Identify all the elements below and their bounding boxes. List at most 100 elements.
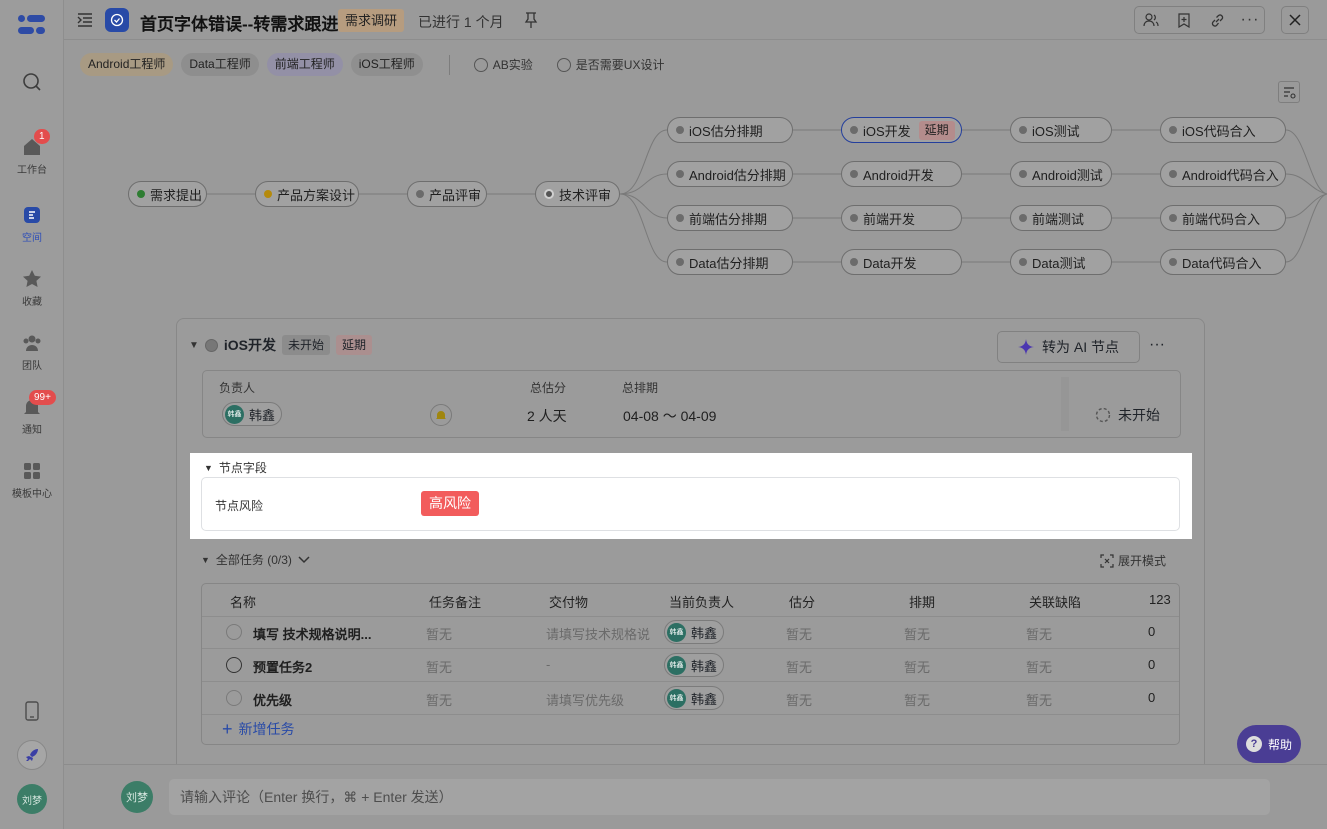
task-deliverable[interactable]: - — [546, 657, 550, 672]
task-number[interactable]: 0 — [1148, 690, 1155, 705]
nav-search[interactable] — [0, 72, 64, 96]
view-settings-button[interactable] — [1278, 81, 1300, 103]
task-check[interactable] — [226, 690, 242, 709]
flow-node-ios-test[interactable]: iOS测试 — [1010, 117, 1112, 143]
col-deliverable[interactable]: 交付物 — [549, 592, 588, 611]
node-status-chip[interactable]: 未开始 — [282, 335, 331, 355]
role-tag-android[interactable]: Android工程师 — [80, 53, 174, 76]
copy-link-button[interactable] — [1203, 7, 1231, 33]
expand-mode-button[interactable]: 展开模式 — [1100, 552, 1166, 569]
nav-templates[interactable]: 模板中心 — [0, 461, 64, 500]
flow-node-android-test[interactable]: Android测试 — [1010, 161, 1112, 187]
task-number[interactable]: 0 — [1148, 657, 1155, 672]
task-note[interactable]: 暂无 — [426, 690, 452, 709]
flow-node-data-test[interactable]: Data测试 — [1010, 249, 1112, 275]
ux-design-radio[interactable] — [556, 57, 571, 72]
task-owner[interactable]: 韩鑫 韩鑫 — [664, 686, 725, 710]
table-row[interactable]: 填写 技术规格说明... 暂无 请填写技术规格说 韩鑫 韩鑫 暂无 暂无 暂无 0 — [202, 616, 1179, 649]
node-fields-header[interactable]: ▼ 节点字段 — [204, 459, 267, 476]
role-tag-data[interactable]: Data工程师 — [181, 53, 259, 76]
flow-node-android-estimate[interactable]: Android估分排期 — [667, 161, 793, 187]
task-note[interactable]: 暂无 — [426, 624, 452, 643]
role-tag-frontend[interactable]: 前端工程师 — [266, 53, 343, 76]
ab-test-radio[interactable] — [473, 57, 488, 72]
pin-icon[interactable] — [524, 12, 538, 28]
flow-node-requirement[interactable]: 需求提出 — [128, 181, 207, 207]
task-name[interactable]: 预置任务2 — [253, 657, 312, 676]
col-schedule[interactable]: 排期 — [909, 592, 935, 611]
estimate-value[interactable]: 2 人天 — [527, 406, 567, 426]
flow-node-data-estimate[interactable]: Data估分排期 — [667, 249, 793, 275]
task-estimate[interactable]: 暂无 — [786, 624, 812, 643]
tasks-header[interactable]: ▼ 全部任务 (0/3) — [201, 551, 310, 568]
flow-node-frontend-dev[interactable]: 前端开发 — [841, 205, 962, 231]
nav-workbench[interactable]: 工作台 1 — [0, 129, 64, 176]
schedule-value[interactable]: 04-08 ～ 04-09 — [623, 406, 716, 426]
task-bugs[interactable]: 暂无 — [1026, 624, 1052, 643]
task-estimate[interactable]: 暂无 — [786, 657, 812, 676]
node-more-button[interactable]: ··· — [1149, 336, 1165, 354]
task-owner[interactable]: 韩鑫 韩鑫 — [664, 653, 725, 677]
ab-test-option[interactable]: AB实验 — [473, 56, 533, 73]
collapse-sidebar-icon[interactable] — [77, 13, 93, 27]
table-row[interactable]: 预置任务2 暂无 - 韩鑫 韩鑫 暂无 暂无 暂无 0 — [202, 649, 1179, 682]
task-estimate[interactable]: 暂无 — [786, 690, 812, 709]
flow-node-ios-merge[interactable]: iOS代码合入 — [1160, 117, 1286, 143]
mobile-icon[interactable] — [24, 701, 40, 721]
flow-node-android-merge[interactable]: Android代码合入 — [1160, 161, 1286, 187]
nav-space[interactable]: 空间 — [0, 205, 64, 244]
task-schedule[interactable]: 暂无 — [904, 690, 930, 709]
ux-design-option[interactable]: 是否需要UX设计 — [556, 56, 664, 73]
task-schedule[interactable]: 暂无 — [904, 624, 930, 643]
nav-notifications[interactable]: 通知 99+ — [0, 390, 64, 436]
task-bugs[interactable]: 暂无 — [1026, 657, 1052, 676]
flow-node-tech-review[interactable]: 技术评审 — [535, 181, 620, 207]
close-button[interactable] — [1281, 6, 1309, 34]
role-tag-ios[interactable]: iOS工程师 — [350, 53, 423, 76]
user-avatar[interactable]: 刘梦 — [17, 784, 47, 814]
task-check[interactable] — [226, 657, 242, 676]
flow-node-frontend-estimate[interactable]: 前端估分排期 — [667, 205, 793, 231]
flow-node-ios-estimate[interactable]: iOS估分排期 — [667, 117, 793, 143]
task-deliverable[interactable]: 请填写优先级 — [546, 690, 624, 709]
convert-ai-node-button[interactable]: 转为 AI 节点 — [997, 331, 1140, 363]
members-button[interactable] — [1137, 7, 1165, 33]
help-button[interactable]: ? 帮助 — [1237, 725, 1301, 763]
more-actions-button[interactable]: ··· — [1236, 7, 1264, 33]
nav-favorites[interactable]: 收藏 — [0, 269, 64, 308]
task-owner[interactable]: 韩鑫 韩鑫 — [664, 620, 725, 644]
flow-node-data-dev[interactable]: Data开发 — [841, 249, 962, 275]
page-title[interactable]: 首页字体错误--转需求跟进 — [140, 10, 338, 35]
remind-button[interactable] — [430, 404, 452, 426]
collapse-caret-icon[interactable]: ▼ — [189, 340, 199, 351]
flow-node-android-dev[interactable]: Android开发 — [841, 161, 962, 187]
task-note[interactable]: 暂无 — [426, 657, 452, 676]
task-name[interactable]: 优先级 — [253, 690, 292, 709]
nav-team[interactable]: 团队 — [0, 333, 64, 372]
flow-node-frontend-test[interactable]: 前端测试 — [1010, 205, 1112, 231]
comment-input[interactable] — [169, 779, 1270, 815]
task-check[interactable] — [226, 624, 242, 643]
flow-node-data-merge[interactable]: Data代码合入 — [1160, 249, 1286, 275]
owner-pill[interactable]: 韩鑫 韩鑫 — [222, 402, 283, 426]
rocket-button[interactable] — [17, 740, 47, 770]
flow-node-frontend-merge[interactable]: 前端代码合入 — [1160, 205, 1286, 231]
col-note[interactable]: 任务备注 — [429, 592, 481, 611]
col-estimate[interactable]: 估分 — [789, 592, 815, 611]
task-number[interactable]: 0 — [1148, 624, 1155, 639]
table-row[interactable]: 优先级 暂无 请填写优先级 韩鑫 韩鑫 暂无 暂无 暂无 0 — [202, 682, 1179, 715]
col-123[interactable]: 123 — [1149, 592, 1171, 607]
risk-badge[interactable]: 高风险 — [421, 491, 479, 516]
stage-tag[interactable]: 需求调研 — [338, 9, 405, 32]
flow-node-product-design[interactable]: 产品方案设计 — [255, 181, 359, 207]
col-name[interactable]: 名称 — [230, 592, 256, 611]
flow-node-ios-dev[interactable]: iOS开发 延期 — [841, 117, 962, 143]
add-task-button[interactable]: + 新增任务 — [222, 719, 295, 739]
col-bugs[interactable]: 关联缺陷 — [1029, 592, 1081, 611]
flow-node-product-review[interactable]: 产品评审 — [407, 181, 487, 207]
col-owner[interactable]: 当前负责人 — [669, 592, 734, 611]
task-bugs[interactable]: 暂无 — [1026, 690, 1052, 709]
app-logo-icon[interactable] — [18, 14, 46, 36]
task-name[interactable]: 填写 技术规格说明... — [253, 624, 371, 643]
node-state[interactable]: 未开始 — [1095, 405, 1160, 425]
